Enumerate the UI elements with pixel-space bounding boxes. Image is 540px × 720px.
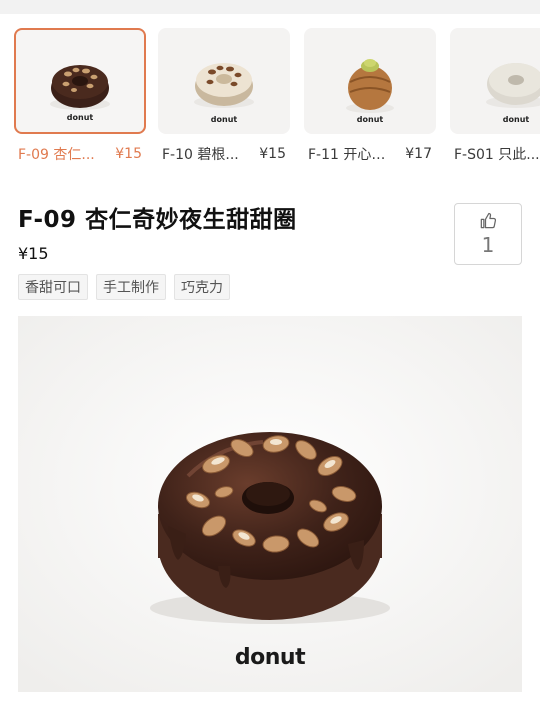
product-caption[interactable]: F-S01 只此... — [450, 144, 540, 164]
product-price: ¥15 — [259, 146, 286, 162]
product-caption[interactable]: F-10 碧根... ¥15 — [158, 144, 290, 164]
status-bar-strip — [0, 0, 540, 14]
product-card-f11[interactable]: donut F-11 开心果... ¥17 — [304, 28, 436, 164]
tag-list: 香甜可口 手工制作 巧克力 — [18, 274, 230, 300]
product-thumbnail[interactable]: donut — [304, 28, 436, 134]
product-caption[interactable]: F-09 杏仁... ¥15 — [14, 144, 146, 164]
product-card-fs01[interactable]: donut F-S01 只此... — [450, 28, 540, 164]
product-name: F-11 开心果... — [308, 147, 396, 163]
like-count: 1 — [481, 233, 495, 257]
tag: 香甜可口 — [18, 274, 88, 300]
product-price: ¥15 — [115, 146, 142, 162]
brand-logo: donut — [66, 113, 94, 122]
like-button[interactable]: 1 — [454, 203, 522, 265]
brand-logo: donut — [356, 115, 384, 124]
product-price-detail: ¥15 — [18, 244, 49, 263]
chocolate-almond-donut-icon — [18, 316, 522, 692]
brand-logo: donut — [210, 115, 238, 124]
product-title: F-09 杏仁奇妙夜生甜甜圈 — [18, 207, 297, 233]
product-caption[interactable]: F-11 开心果... ¥17 — [304, 144, 436, 164]
product-name: F-S01 只此... — [454, 147, 540, 163]
product-name: F-09 杏仁... — [18, 147, 95, 163]
tag: 手工制作 — [96, 274, 166, 300]
product-thumbnail[interactable]: donut — [158, 28, 290, 134]
hero-brand-logo: donut — [234, 645, 306, 670]
product-header: F-09 杏仁奇妙夜生甜甜圈 ¥15 1 — [18, 200, 522, 270]
product-thumbnail[interactable]: donut — [14, 28, 146, 134]
product-carousel[interactable]: donut F-09 杏仁... ¥15 donut F-10 碧根... ¥1… — [0, 28, 540, 168]
brand-logo: donut — [502, 115, 530, 124]
thumbs-up-icon — [480, 212, 497, 229]
product-card-f10[interactable]: donut F-10 碧根... ¥15 — [158, 28, 290, 164]
product-name: F-10 碧根... — [162, 147, 239, 163]
product-price: ¥17 — [405, 146, 432, 162]
product-thumbnail[interactable]: donut — [450, 28, 540, 134]
product-hero-image[interactable]: donut — [18, 316, 522, 692]
product-card-f09[interactable]: donut F-09 杏仁... ¥15 — [14, 28, 146, 164]
tag: 巧克力 — [174, 274, 230, 300]
